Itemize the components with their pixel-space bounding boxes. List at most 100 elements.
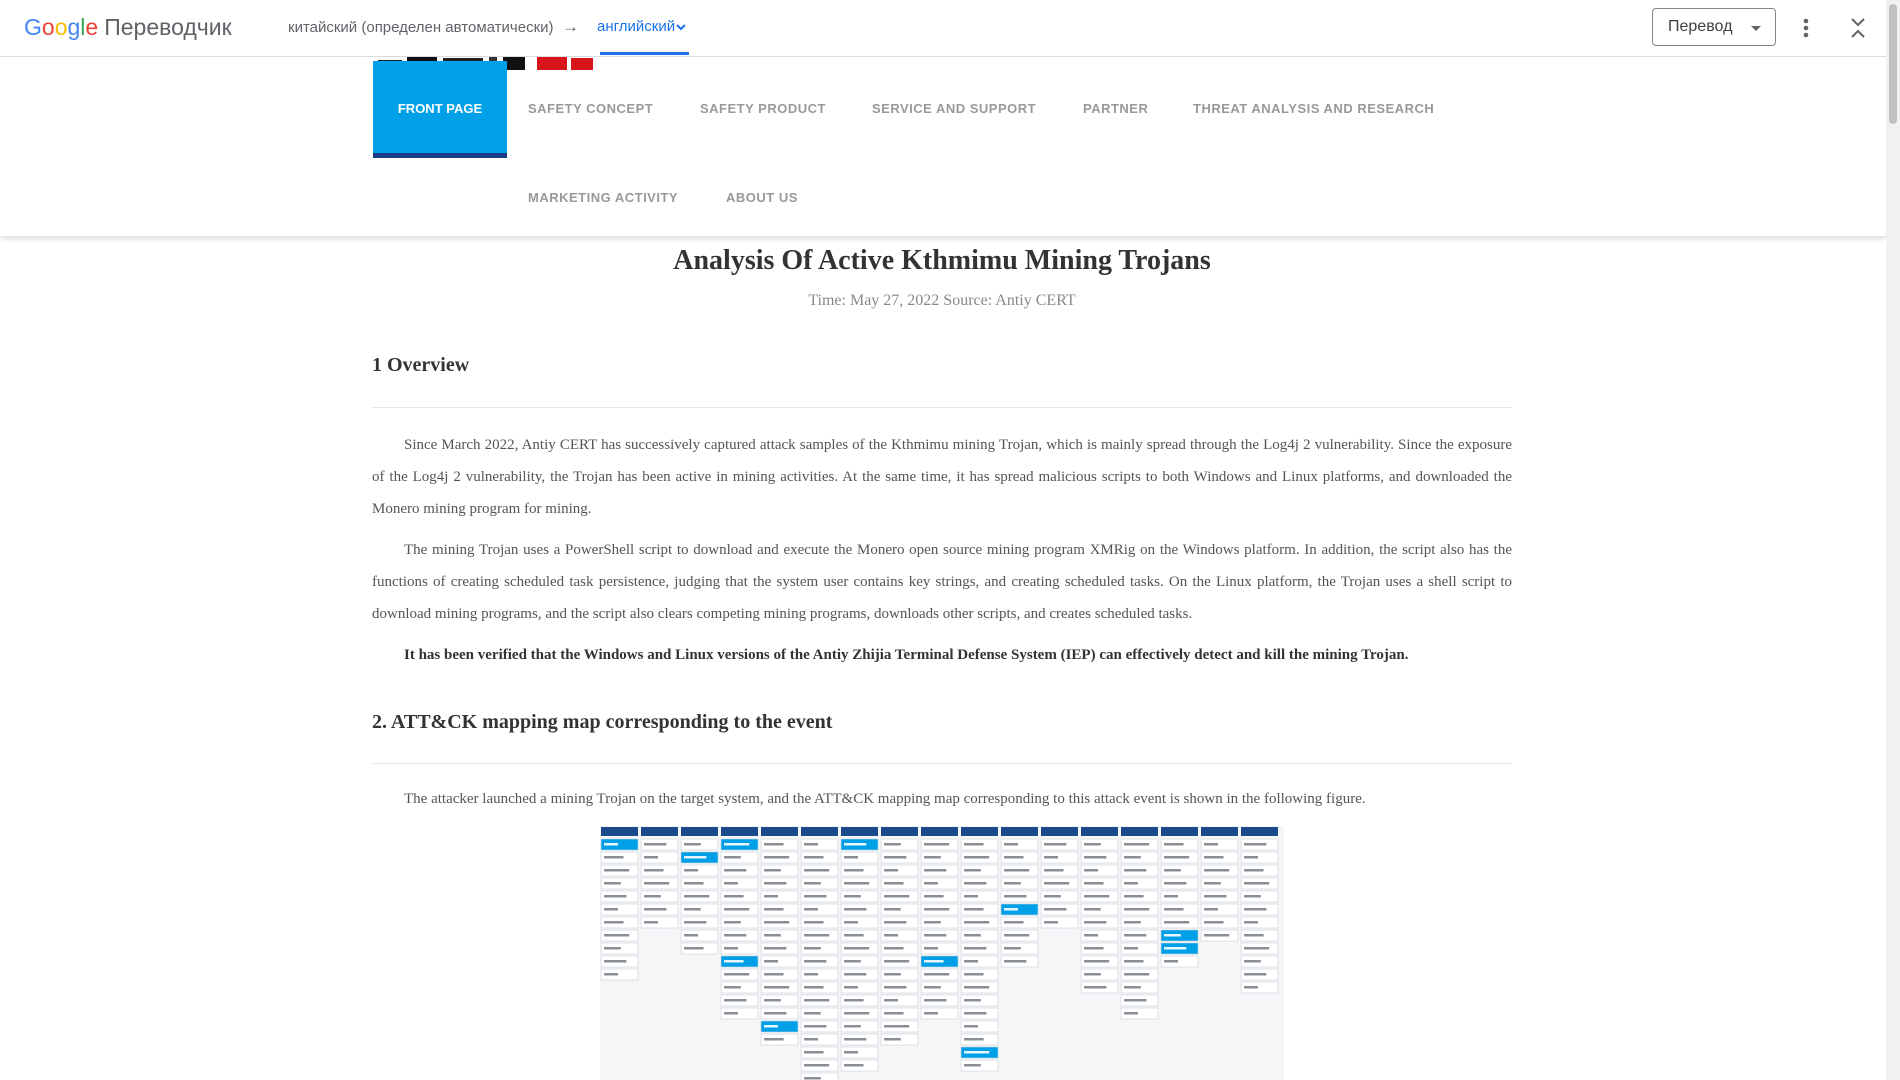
matrix-cell-text-glyph [804,1038,818,1041]
nav-service-and-support[interactable]: SERVICE AND SUPPORT [872,101,1036,116]
matrix-cell-text-glyph [924,856,941,859]
matrix-cell-text-glyph [1204,921,1224,924]
matrix-cell-text-glyph [1084,960,1110,963]
matrix-column-header [1001,827,1038,836]
matrix-cell-text-glyph [964,1038,984,1041]
matrix-cell-text-glyph [1124,947,1138,950]
matrix-cell-text-glyph [1084,934,1098,937]
source-language[interactable]: китайский (определен автоматически) [288,19,554,36]
nav-about-us[interactable]: ABOUT US [726,190,798,205]
matrix-cell-text-glyph [1084,856,1107,859]
matrix-cell-text-glyph [764,869,781,872]
matrix-cell-text-glyph [684,856,707,859]
matrix-cell-text-glyph [1164,843,1184,846]
matrix-cell-text-glyph [844,934,864,937]
matrix-column-header [881,827,918,836]
matrix-cell-text-glyph [804,999,830,1002]
matrix-cell-text-glyph [1004,843,1018,846]
matrix-cell-text-glyph [684,843,701,846]
matrix-cell-text-glyph [884,895,910,898]
matrix-cell-text-glyph [724,1012,738,1015]
matrix-cell-text-glyph [804,908,818,911]
nav-safety-product[interactable]: SAFETY PRODUCT [700,101,826,116]
matrix-cell-text-glyph [964,856,990,859]
matrix-cell-text-glyph [724,960,744,963]
matrix-cell-text-glyph [1084,947,1104,950]
chevron-down-icon[interactable] [676,22,686,32]
matrix-cell-text-glyph [964,973,984,976]
matrix-cell-text-glyph [964,895,978,898]
nav-partner[interactable]: PARTNER [1083,101,1148,116]
article-title: Analysis Of Active Kthmimu Mining Trojan… [673,245,1211,276]
matrix-column-header [641,827,678,836]
matrix-cell-text-glyph [604,908,618,911]
matrix-cell-text-glyph [724,908,750,911]
matrix-cell-text-glyph [884,999,898,1002]
matrix-cell-text-glyph [604,856,624,859]
language-arrow: → [562,17,579,36]
translate-mode-select[interactable]: Перевод [1652,8,1776,46]
matrix-cell-text-glyph [764,908,784,911]
matrix-cell-text-glyph [924,843,950,846]
matrix-cell-text-glyph [1164,869,1181,872]
matrix-cell-text-glyph [1244,947,1270,950]
google-translate-logo[interactable]: Google Переводчик [24,14,232,41]
matrix-cell-text-glyph [1084,843,1101,846]
nav-threat-analysis-and-research[interactable]: THREAT ANALYSIS AND RESEARCH [1193,101,1434,116]
nav-front-page[interactable]: FRONT PAGE [373,61,507,158]
more-vert-icon[interactable] [1796,14,1816,42]
scrollbar-thumb[interactable] [1889,4,1897,124]
nav-safety-concept[interactable]: SAFETY CONCEPT [528,101,653,116]
matrix-cell-text-glyph [764,1038,784,1041]
matrix-cell-text-glyph [764,843,784,846]
paragraph: The mining Trojan uses a PowerShell scri… [372,542,1512,622]
matrix-cell-text-glyph [844,1025,861,1028]
matrix-cell-text-glyph [1124,882,1138,885]
matrix-cell-text-glyph [844,1051,858,1054]
matrix-cell-text-glyph [884,973,901,976]
matrix-cell-text-glyph [684,895,710,898]
matrix-cell-text-glyph [1164,960,1178,963]
matrix-cell-text-glyph [844,908,867,911]
matrix-cell-text-glyph [724,947,738,950]
matrix-cell-text-glyph [1204,869,1230,872]
matrix-cell-text-glyph [684,908,701,911]
matrix-cell-text-glyph [644,869,664,872]
translate-mode-label: Перевод [1668,18,1733,35]
matrix-cell-text-glyph [884,1038,901,1041]
matrix-cell-text-glyph [1044,882,1070,885]
matrix-cell-text-glyph [884,1012,904,1015]
page-scrollbar[interactable] [1886,0,1900,1080]
paragraph: The attacker launched a mining Trojan on… [404,791,1366,807]
matrix-cell-text-glyph [1124,921,1141,924]
matrix-cell-text-glyph [804,934,830,937]
logo-letter: o [54,14,68,40]
matrix-cell-text-glyph [1244,843,1267,846]
matrix-cell-text-glyph [1244,921,1258,924]
matrix-cell-text-glyph [684,934,698,937]
matrix-cell-text-glyph [924,973,950,976]
target-language[interactable]: английский [597,18,675,35]
logo-letter: o [41,14,55,40]
matrix-cell-text-glyph [804,921,824,924]
nav-marketing-activity[interactable]: MARKETING ACTIVITY [528,190,678,205]
matrix-cell-text-glyph [724,895,744,898]
section-divider [372,763,1512,764]
paragraph-bold-text: It has been verified that the Windows an… [404,647,1409,663]
matrix-cell-text-glyph [604,960,627,963]
matrix-cell-text-glyph [804,986,824,989]
matrix-cell-text-glyph [1164,882,1187,885]
matrix-cell-text-glyph [1124,895,1144,898]
matrix-cell-text-glyph [804,1064,830,1067]
collapse-icon[interactable] [1846,16,1870,40]
matrix-cell-text-glyph [1244,882,1270,885]
matrix-cell-text-glyph [964,843,984,846]
matrix-cell-text-glyph [1244,908,1267,911]
matrix-cell-text-glyph [764,947,787,950]
matrix-cell-text-glyph [764,882,787,885]
matrix-column-header [921,827,958,836]
matrix-cell-text-glyph [764,895,778,898]
matrix-cell-text-glyph [1084,986,1107,989]
matrix-cell-text-glyph [1164,947,1187,950]
matrix-column-header [601,827,638,836]
